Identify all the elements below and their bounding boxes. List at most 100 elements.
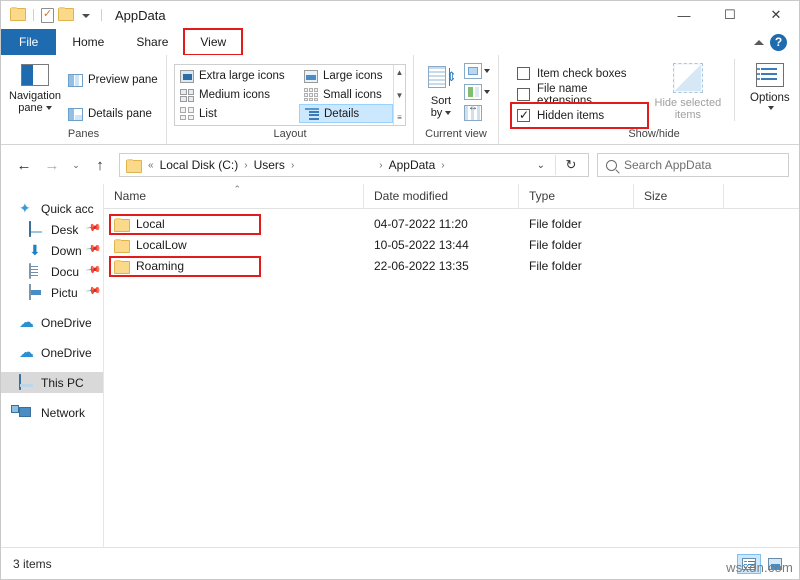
current-view-group-label: Current view [414, 127, 498, 144]
ribbon-group-panes: Navigation pane Preview pane Details pan… [1, 55, 167, 144]
up-button[interactable]: ↑ [87, 152, 113, 178]
breadcrumb-separator-1[interactable]: › [243, 160, 248, 171]
search-input[interactable]: Search AppData [624, 158, 711, 172]
downloads-icon: ⬇ [29, 243, 45, 258]
sidebar-item-label: Down [51, 244, 82, 258]
details-pane-button[interactable]: Details pane [65, 103, 161, 125]
column-header-name[interactable]: ⌃ Name [104, 184, 364, 209]
window-title: AppData [115, 8, 166, 23]
breadcrumb-overflow-icon[interactable]: « [147, 160, 155, 171]
details-icon [305, 107, 319, 120]
layout-small-icons[interactable]: Small icons [299, 86, 393, 105]
sidebar-item-network[interactable]: Network [1, 402, 103, 423]
options-button[interactable]: Options [739, 59, 800, 110]
sidebar-item-pictures[interactable]: Pictu 📌 [1, 282, 103, 303]
cell-type: File folder [519, 234, 634, 255]
table-row[interactable]: LocalLow 10-05-2022 13:44 File folder [104, 234, 799, 255]
layout-extra-large-icons-label: Extra large icons [199, 70, 285, 82]
table-row[interactable]: Roaming 22-06-2022 13:35 File folder [104, 255, 799, 276]
gallery-expand-icon[interactable]: ≡ [397, 113, 402, 122]
help-icon[interactable]: ? [770, 34, 787, 51]
breadcrumb-item-local-disk[interactable]: Local Disk (C:) [157, 158, 242, 172]
cell-size [634, 255, 724, 276]
hide-selected-items-button[interactable]: Hide selected items [646, 59, 730, 121]
search-box[interactable]: Search AppData [597, 153, 789, 177]
column-header-size[interactable]: Size [634, 184, 724, 209]
layout-extra-large-icons[interactable]: Extra large icons [175, 67, 299, 86]
layout-medium-icons[interactable]: Medium icons [175, 86, 299, 105]
tab-share[interactable]: Share [120, 29, 184, 55]
layout-large-icons[interactable]: Large icons [299, 67, 393, 86]
recent-locations-button[interactable]: ⌄ [67, 152, 85, 178]
properties-icon[interactable] [41, 8, 54, 23]
sidebar-item-quick-access[interactable]: ✦ Quick acc [1, 198, 103, 219]
sidebar-item-onedrive-2[interactable]: ☁ OneDrive [1, 342, 103, 363]
breadcrumb-separator-3[interactable]: › [378, 160, 383, 171]
toolbar-divider [33, 9, 34, 21]
cell-name[interactable]: LocalLow [104, 234, 364, 255]
sidebar-item-onedrive-1[interactable]: ☁ OneDrive [1, 312, 103, 333]
column-header-date-modified[interactable]: Date modified [364, 184, 519, 209]
folder-icon[interactable] [10, 7, 26, 23]
add-columns-button[interactable] [464, 82, 490, 101]
navigation-pane-icon [21, 64, 49, 86]
close-button[interactable]: ✕ [753, 1, 799, 29]
address-bar: ← → ⌄ ↑ « Local Disk (C:) › Users › › Ap… [1, 146, 799, 184]
onedrive-icon: ☁ [19, 345, 35, 360]
layout-list[interactable]: List [175, 104, 299, 123]
breadcrumb-item-users[interactable]: Users [251, 158, 288, 172]
scroll-up-icon[interactable]: ▲ [396, 68, 404, 77]
sidebar-item-label: Network [41, 406, 85, 420]
customize-toolbar-chevron-down-icon[interactable] [78, 12, 94, 18]
back-button[interactable]: ← [11, 152, 37, 178]
sidebar-item-desktop[interactable]: Desk 📌 [1, 219, 103, 240]
pin-icon: 📌 [84, 262, 101, 278]
minimize-button[interactable]: — [661, 1, 707, 29]
refresh-icon[interactable]: ↻ [558, 157, 584, 173]
collapse-ribbon-chevron-up-icon[interactable] [754, 40, 764, 45]
navigation-pane-button[interactable]: Navigation pane [9, 60, 61, 114]
sidebar-item-this-pc[interactable]: This PC [1, 372, 103, 393]
layout-list-label: List [199, 108, 217, 120]
layout-details[interactable]: Details [299, 104, 393, 123]
hidden-items-label: Hidden items [537, 110, 604, 122]
tab-file[interactable]: File [1, 29, 56, 55]
item-check-boxes-label: Item check boxes [537, 68, 626, 80]
sort-by-icon [428, 65, 454, 91]
group-by-button[interactable] [464, 61, 490, 80]
chevron-down-icon [484, 69, 490, 73]
file-name: Local [136, 217, 165, 231]
forward-button[interactable]: → [39, 152, 65, 178]
hidden-items-row[interactable]: Hidden items [513, 105, 646, 126]
file-name-extensions-checkbox[interactable] [517, 88, 530, 101]
hidden-items-checkbox[interactable] [517, 109, 530, 122]
window-controls: — ☐ ✕ [661, 1, 799, 29]
details-pane-icon [68, 108, 83, 121]
breadcrumb-item-appdata[interactable]: AppData [386, 158, 439, 172]
cell-name[interactable]: Local [104, 213, 364, 234]
address-dropdown-chevron-down-icon[interactable]: ⌄ [529, 160, 553, 171]
sidebar-item-downloads[interactable]: ⬇ Down 📌 [1, 240, 103, 261]
breadcrumb[interactable]: « Local Disk (C:) › Users › › AppData › … [119, 153, 589, 177]
sort-by-button[interactable]: Sort by [422, 61, 460, 119]
maximize-button[interactable]: ☐ [707, 1, 753, 29]
scroll-down-icon[interactable]: ▼ [396, 91, 404, 100]
preview-pane-button[interactable]: Preview pane [65, 69, 161, 91]
item-check-boxes-row[interactable]: Item check boxes [513, 63, 646, 84]
column-header-type[interactable]: Type [519, 184, 634, 209]
breadcrumb-separator-4[interactable]: › [440, 160, 445, 171]
tab-home[interactable]: Home [56, 29, 120, 55]
layout-gallery-scrollbar[interactable]: ▲ ▼ ≡ [393, 65, 405, 125]
cell-name[interactable]: Roaming [104, 255, 364, 276]
file-name-extensions-row[interactable]: File name extensions [513, 84, 646, 105]
ribbon-group-current-view: Sort by Current vie [414, 55, 499, 144]
breadcrumb-separator-2[interactable]: › [290, 160, 295, 171]
size-all-columns-button[interactable] [464, 103, 490, 122]
item-check-boxes-checkbox[interactable] [517, 67, 530, 80]
size-all-columns-icon [464, 105, 482, 121]
tab-view[interactable]: View [184, 29, 242, 55]
sidebar-item-documents[interactable]: Docu 📌 [1, 261, 103, 282]
address-folder-icon [126, 159, 141, 171]
new-folder-icon[interactable] [58, 7, 74, 23]
table-row[interactable]: Local 04-07-2022 11:20 File folder [104, 213, 799, 234]
